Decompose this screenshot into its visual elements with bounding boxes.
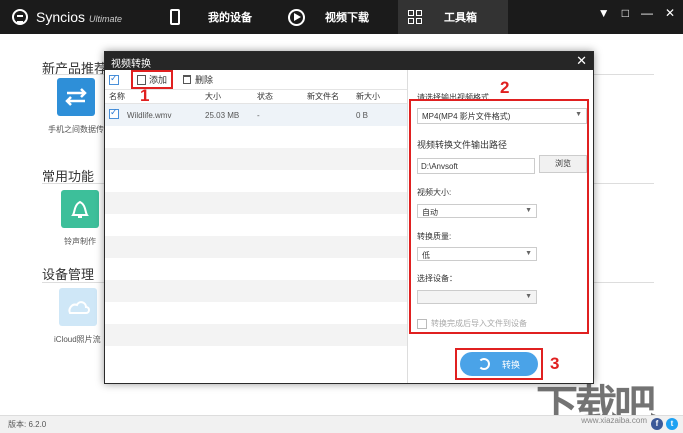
- dialog-close-icon[interactable]: ✕: [576, 53, 587, 69]
- watermark-url: www.xiazaiba.com: [581, 416, 647, 425]
- data-transfer-tile[interactable]: [57, 78, 95, 116]
- empty-row: [105, 236, 407, 258]
- file-new-size: 0 B: [356, 110, 369, 120]
- step-1-label: 1: [140, 86, 150, 105]
- window-controls: ▼ □ — ✕: [598, 6, 675, 20]
- settings-highlight-box: [409, 99, 589, 334]
- icloud-tile[interactable]: [59, 288, 97, 326]
- ringtone-label: 铃声制作: [64, 237, 96, 246]
- nav-my-device[interactable]: 我的设备: [170, 0, 252, 34]
- maximize-button[interactable]: □: [622, 6, 629, 20]
- icloud-label: iCloud照片流: [54, 335, 101, 344]
- delete-button[interactable]: 删除: [183, 73, 213, 86]
- add-file-icon: [137, 74, 146, 85]
- file-toolbar: 添加 删除: [105, 70, 407, 90]
- refresh-icon: [477, 358, 490, 370]
- syncios-logo-icon: [12, 9, 28, 25]
- empty-row: [105, 192, 407, 214]
- toolbox-icon: [408, 10, 422, 24]
- file-name: Wildlife.wmv: [127, 110, 172, 120]
- empty-row: [105, 170, 407, 192]
- play-icon: [288, 8, 305, 26]
- col-size: 大小: [205, 92, 221, 101]
- file-table-header: 名称 大小 状态 新文件名 新大小: [105, 90, 407, 104]
- dialog-title-bar: 视频转换 ✕: [105, 52, 593, 70]
- phone-icon: [170, 9, 180, 25]
- nav-toolbox[interactable]: 工具箱: [398, 0, 508, 34]
- empty-row: [105, 126, 407, 148]
- transfer-arrows-icon: [65, 88, 87, 106]
- minimize-button[interactable]: —: [641, 6, 653, 20]
- convert-button[interactable]: 转换: [460, 352, 538, 376]
- version-text: 版本: 6.2.0: [8, 420, 47, 429]
- empty-row: [105, 346, 407, 368]
- trash-icon: [183, 75, 192, 84]
- empty-row: [105, 302, 407, 324]
- table-row[interactable]: Wildlife.wmv 25.03 MB - 0 B: [105, 104, 407, 126]
- bell-icon: [71, 200, 89, 218]
- nav-video-download[interactable]: 视频下载: [288, 0, 369, 34]
- col-new-size: 新大小: [356, 92, 380, 101]
- empty-row: [105, 280, 407, 302]
- twitter-icon[interactable]: t: [666, 418, 678, 430]
- col-name: 名称: [109, 92, 125, 101]
- col-new-name: 新文件名: [307, 92, 339, 101]
- file-list-panel: 添加 删除 名称 大小 状态 新文件名 新大小 Wildlife.wmv 25.…: [105, 70, 408, 383]
- data-transfer-label: 手机之间数据传输: [48, 125, 112, 134]
- select-all-checkbox[interactable]: [109, 73, 119, 85]
- empty-row: [105, 258, 407, 280]
- cloud-icon: [68, 301, 90, 314]
- title-bar: Syncios Ultimate 我的设备 视频下载 工具箱 ▼ □ — ✕: [0, 0, 683, 34]
- row-checkbox[interactable]: [109, 107, 119, 119]
- message-icon[interactable]: ▼: [598, 6, 610, 20]
- section-device-mgmt: 设备管理: [42, 267, 95, 282]
- file-size: 25.03 MB: [205, 110, 240, 120]
- close-button[interactable]: ✕: [665, 6, 675, 20]
- dialog-title: 视频转换: [111, 59, 151, 70]
- file-status: -: [257, 110, 260, 120]
- empty-row: [105, 324, 407, 346]
- add-button[interactable]: 添加: [131, 70, 174, 89]
- empty-row: [105, 148, 407, 170]
- col-status: 状态: [257, 92, 273, 101]
- ringtone-tile[interactable]: [61, 190, 99, 228]
- app-brand: Syncios Ultimate: [36, 9, 123, 25]
- empty-row: [105, 214, 407, 236]
- step-2-label: 2: [500, 78, 510, 97]
- step-3-label: 3: [550, 354, 560, 373]
- facebook-icon[interactable]: f: [651, 418, 663, 430]
